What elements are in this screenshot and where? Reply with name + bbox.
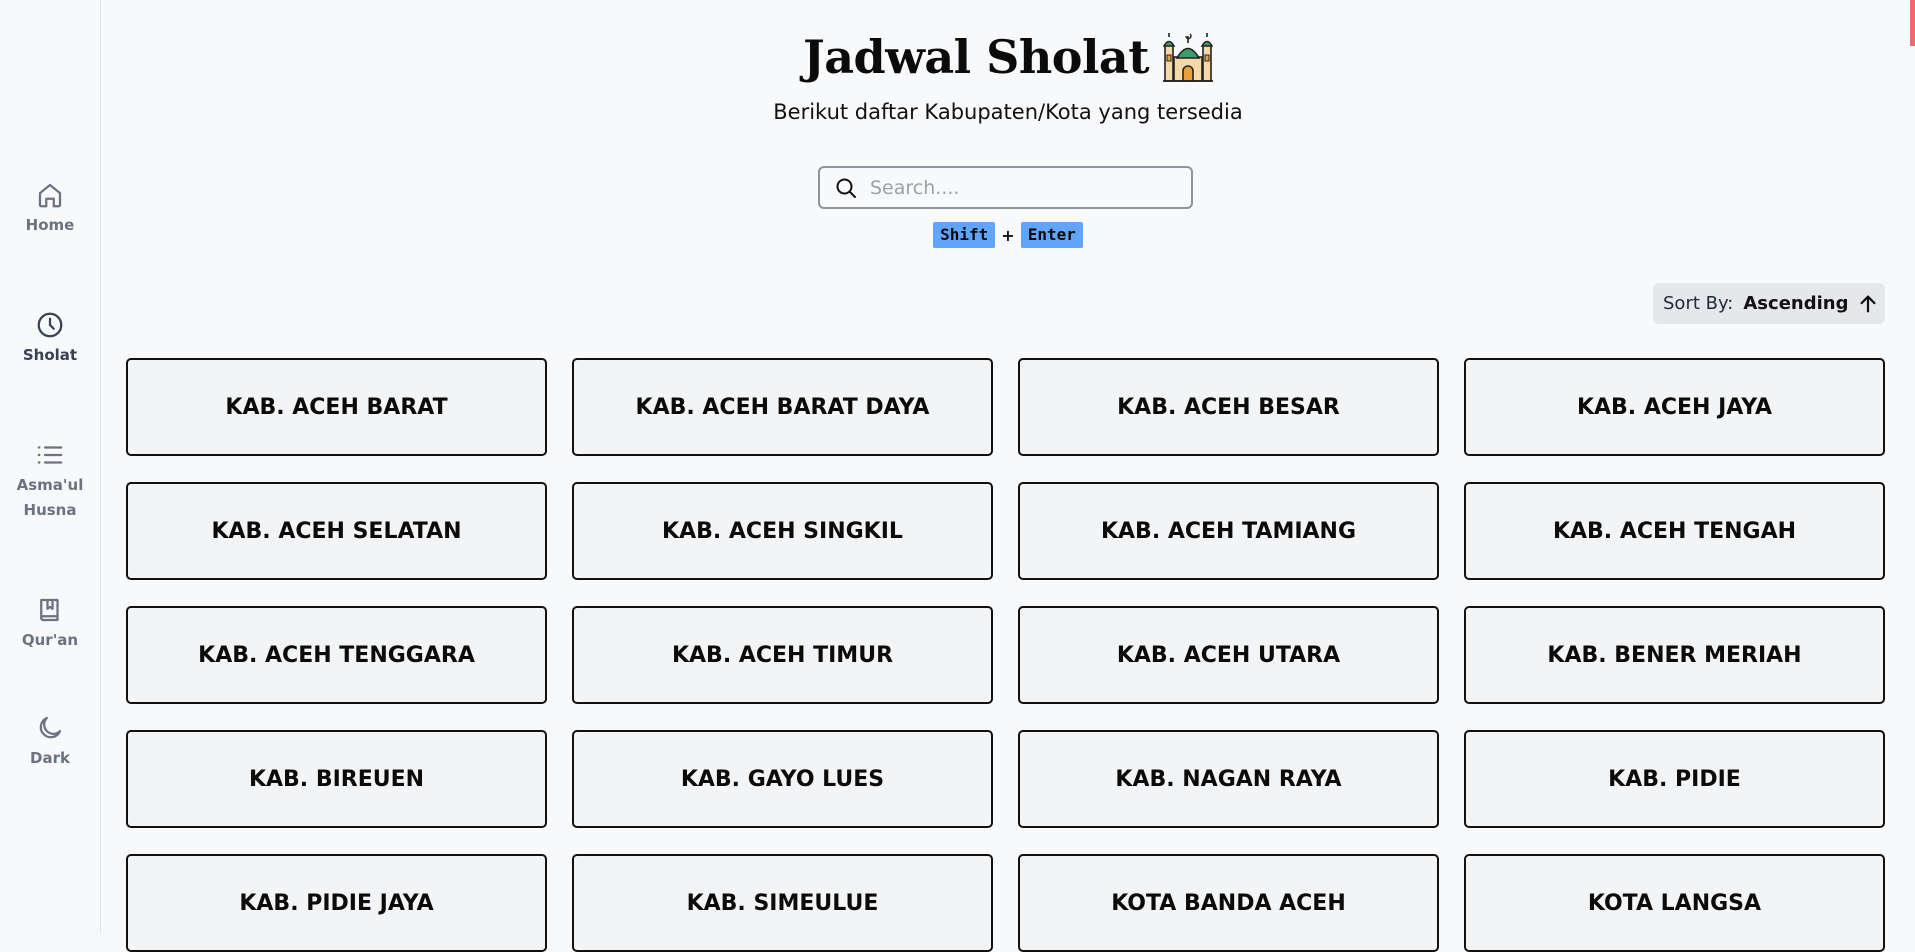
region-card[interactable]: KOTA LANGSA	[1464, 854, 1885, 952]
sidebar: Home Sholat Asma'ul Husna Qur'an Dark	[0, 0, 101, 934]
shortcut-plus: +	[1001, 225, 1015, 245]
region-card[interactable]: KAB. PIDIE	[1464, 730, 1885, 828]
arrow-up-icon	[1860, 295, 1876, 312]
moon-icon	[39, 716, 62, 739]
nav-dark-mode[interactable]: Dark	[0, 713, 100, 771]
region-card[interactable]: KAB. ACEH SELATAN	[126, 482, 547, 580]
search-box[interactable]	[818, 166, 1193, 209]
region-card[interactable]: KAB. ACEH BARAT DAYA	[572, 358, 993, 456]
home-icon	[38, 183, 62, 208]
region-grid: KAB. ACEH BARAT KAB. ACEH BARAT DAYA KAB. …	[126, 358, 1885, 952]
main-content: Jadwal Sholat Berikut daftar Kabupaten/K…	[101, 0, 1915, 952]
region-card[interactable]: KAB. ACEH TENGAH	[1464, 482, 1885, 580]
nav-asmaul-husna[interactable]: Asma'ul Husna	[0, 440, 100, 523]
sort-value: Ascending	[1743, 293, 1849, 314]
region-card[interactable]: KOTA BANDA ACEH	[1018, 854, 1439, 952]
region-card[interactable]: KAB. ACEH TIMUR	[572, 606, 993, 704]
nav-quran[interactable]: Qur'an	[0, 595, 100, 653]
shift-key-badge: Shift	[933, 222, 996, 248]
region-card[interactable]: KAB. ACEH BESAR	[1018, 358, 1439, 456]
page-subtitle: Berikut daftar Kabupaten/Kota yang terse…	[773, 100, 1243, 124]
clock-icon	[37, 312, 63, 338]
title-row: Jadwal Sholat	[101, 30, 1915, 84]
region-card[interactable]: KAB. ACEH UTARA	[1018, 606, 1439, 704]
sort-button[interactable]: Sort By: Ascending	[1653, 283, 1885, 324]
nav-asmaul-husna-label: Asma'ul Husna	[16, 476, 84, 519]
sort-label: Sort By:	[1663, 293, 1734, 314]
nav-dark-label: Dark	[30, 749, 70, 767]
list-icon	[37, 446, 63, 464]
nav-home[interactable]: Home	[0, 180, 100, 238]
region-card[interactable]: KAB. BENER MERIAH	[1464, 606, 1885, 704]
region-card[interactable]: KAB. ACEH BARAT	[126, 358, 547, 456]
region-card[interactable]: KAB. ACEH TENGGARA	[126, 606, 547, 704]
page-title: Jadwal Sholat	[802, 30, 1150, 84]
enter-key-badge: Enter	[1020, 222, 1083, 248]
nav-quran-label: Qur'an	[21, 631, 79, 649]
search-input[interactable]	[870, 176, 1170, 199]
region-card[interactable]: KAB. ACEH JAYA	[1464, 358, 1885, 456]
region-card[interactable]: KAB. NAGAN RAYA	[1018, 730, 1439, 828]
keyboard-shortcut-hint: Shift + Enter	[101, 222, 1915, 248]
nav-home-label: Home	[25, 216, 75, 234]
scrollbar-thumb[interactable]	[1910, 0, 1915, 46]
book-icon	[40, 598, 59, 622]
region-card[interactable]: KAB. ACEH TAMIANG	[1018, 482, 1439, 580]
nav-sholat[interactable]: Sholat	[0, 310, 100, 368]
region-card[interactable]: KAB. PIDIE JAYA	[126, 854, 547, 952]
nav-sholat-label: Sholat	[22, 346, 78, 364]
region-card[interactable]: KAB. BIREUEN	[126, 730, 547, 828]
region-card[interactable]: KAB. SIMEULUE	[572, 854, 993, 952]
region-card[interactable]: KAB. ACEH SINGKIL	[572, 482, 993, 580]
mosque-icon	[1163, 33, 1213, 82]
region-card[interactable]: KAB. GAYO LUES	[572, 730, 993, 828]
search-icon	[836, 178, 856, 198]
